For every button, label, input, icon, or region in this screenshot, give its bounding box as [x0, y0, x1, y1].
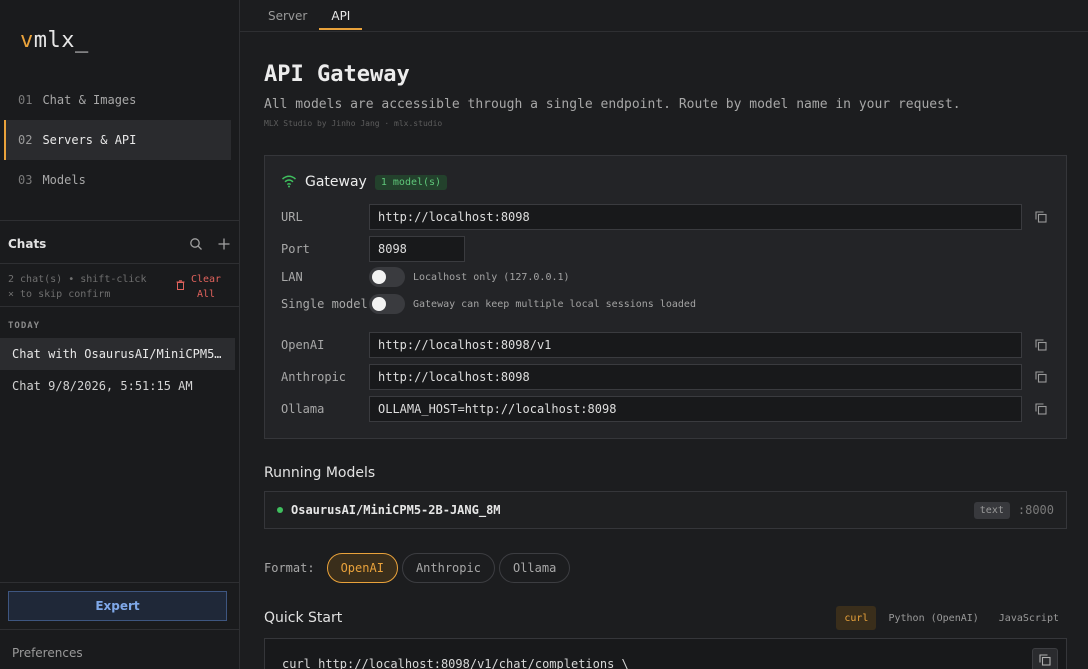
nav-label: Models	[42, 173, 86, 187]
ollama-row: Ollama OLLAMA_HOST=http://localhost:8098	[281, 396, 1051, 422]
credit-text: MLX Studio by Jinho Jang · mlx.studio	[264, 119, 443, 128]
tab-curl[interactable]: curl	[836, 606, 877, 630]
sidebar-divider	[0, 220, 240, 221]
single-model-label: Single model	[281, 297, 368, 311]
gateway-header: Gateway 1 model(s)	[281, 172, 448, 192]
model-count-badge: 1 model(s)	[374, 174, 448, 190]
chat-list-item[interactable]: Chat with OsaurusAI/MiniCPM5-2B-JANG_8M	[0, 338, 235, 370]
copy-icon[interactable]	[1033, 337, 1049, 353]
nav-number: 01	[18, 93, 33, 107]
running-models-title: Running Models	[264, 465, 376, 481]
page-subtitle: All models are accessible through a sing…	[264, 97, 961, 112]
sidebar-footer-divider-2	[0, 629, 240, 630]
nav-item-models[interactable]: 03 Models	[4, 160, 231, 200]
chats-divider-2	[0, 306, 240, 307]
single-model-toggle[interactable]	[369, 294, 405, 314]
url-field[interactable]: http://localhost:8098	[369, 204, 1022, 230]
nav-item-servers-api[interactable]: 02 Servers & API	[4, 120, 231, 160]
code-line: curl http://localhost:8098/v1/chat/compl…	[282, 657, 629, 669]
search-icon[interactable]	[188, 236, 204, 252]
preferences-link[interactable]: Preferences	[12, 646, 83, 660]
lan-row: LAN Localhost only (127.0.0.1)	[281, 267, 1051, 287]
running-model-row[interactable]: OsaurusAI/MiniCPM5-2B-JANG_8M text :8000	[264, 491, 1067, 529]
chat-count-hint: 2 chat(s) • shift-click × to skip confir…	[8, 274, 147, 300]
page-title: API Gateway	[264, 62, 410, 87]
port-label: Port	[281, 242, 310, 256]
code-block: curl http://localhost:8098/v1/chat/compl…	[264, 638, 1067, 669]
nav-number: 02	[18, 133, 33, 147]
chat-title: Chat with OsaurusAI/MiniCPM5-2B-JANG_8M	[12, 347, 225, 361]
app-logo: vmlx_	[20, 28, 89, 53]
nav-label: Servers & API	[42, 133, 137, 147]
url-label: URL	[281, 210, 303, 224]
format-selector: Format: OpenAI Anthropic Ollama	[264, 553, 571, 583]
anthropic-url-field[interactable]: http://localhost:8098	[369, 364, 1022, 390]
trash-icon	[176, 280, 185, 295]
tab-python-openai[interactable]: Python (OpenAI)	[880, 606, 986, 630]
lan-label: LAN	[281, 270, 303, 284]
clear-all-button[interactable]: Clear All	[176, 272, 232, 302]
copy-code-icon[interactable]	[1032, 648, 1058, 669]
wifi-icon	[281, 174, 297, 191]
ollama-label: Ollama	[281, 402, 325, 416]
sidebar-footer-divider	[0, 582, 240, 583]
copy-icon[interactable]	[1033, 209, 1049, 225]
port-field[interactable]: 8098	[369, 236, 465, 262]
nav-label: Chat & Images	[42, 93, 137, 107]
format-label: Format:	[264, 561, 315, 575]
gateway-title: Gateway	[305, 174, 367, 190]
chats-title: Chats	[8, 237, 47, 251]
copy-icon[interactable]	[1033, 369, 1049, 385]
format-openai-button[interactable]: OpenAI	[326, 553, 398, 583]
copy-icon[interactable]	[1033, 401, 1049, 417]
expert-button[interactable]: Expert	[8, 591, 227, 621]
nav-number: 03	[18, 173, 33, 187]
quick-start-title: Quick Start	[264, 610, 343, 626]
format-anthropic-button[interactable]: Anthropic	[401, 553, 495, 583]
anthropic-row: Anthropic http://localhost:8098	[281, 364, 1051, 390]
main-content: Server API API Gateway All models are ac…	[240, 0, 1088, 669]
lan-toggle[interactable]	[369, 267, 405, 287]
new-chat-plus-icon[interactable]	[216, 236, 232, 252]
lan-description: Localhost only (127.0.0.1)	[413, 271, 570, 283]
quick-start-tabs: curl Python (OpenAI) JavaScript	[836, 606, 1067, 630]
chat-section-today: TODAY	[8, 321, 41, 331]
single-model-description: Gateway can keep multiple local sessions…	[413, 298, 696, 310]
chats-divider	[0, 263, 240, 264]
sidebar: vmlx_ 01 Chat & Images 02 Servers & API …	[0, 0, 240, 669]
tab-server[interactable]: Server	[256, 0, 319, 32]
status-dot	[277, 507, 283, 513]
ollama-host-field[interactable]: OLLAMA_HOST=http://localhost:8098	[369, 396, 1022, 422]
anthropic-label: Anthropic	[281, 370, 347, 384]
chat-list-item[interactable]: Chat 9/8/2026, 5:51:15 AM	[0, 370, 235, 402]
chat-title: Chat 9/8/2026, 5:51:15 AM	[12, 379, 193, 393]
chats-header: Chats	[8, 236, 232, 252]
nav-item-chat-images[interactable]: 01 Chat & Images	[4, 80, 231, 120]
port-row: Port 8098	[281, 236, 1051, 262]
format-ollama-button[interactable]: Ollama	[498, 553, 571, 583]
model-port: :8000	[1017, 503, 1054, 517]
url-row: URL http://localhost:8098	[281, 204, 1051, 230]
model-type-badge: text	[973, 501, 1010, 519]
tab-javascript[interactable]: JavaScript	[991, 606, 1067, 630]
tab-bar: Server API	[240, 0, 1088, 32]
clear-all-label: Clear All	[190, 274, 222, 300]
openai-url-field[interactable]: http://localhost:8098/v1	[369, 332, 1022, 358]
openai-row: OpenAI http://localhost:8098/v1	[281, 332, 1051, 358]
gateway-card: Gateway 1 model(s) URL http://localhost:…	[264, 155, 1067, 439]
single-model-row: Single model Gateway can keep multiple l…	[281, 294, 1051, 314]
tab-api[interactable]: API	[319, 0, 363, 32]
openai-label: OpenAI	[281, 338, 325, 352]
model-name: OsaurusAI/MiniCPM5-2B-JANG_8M	[291, 503, 501, 517]
